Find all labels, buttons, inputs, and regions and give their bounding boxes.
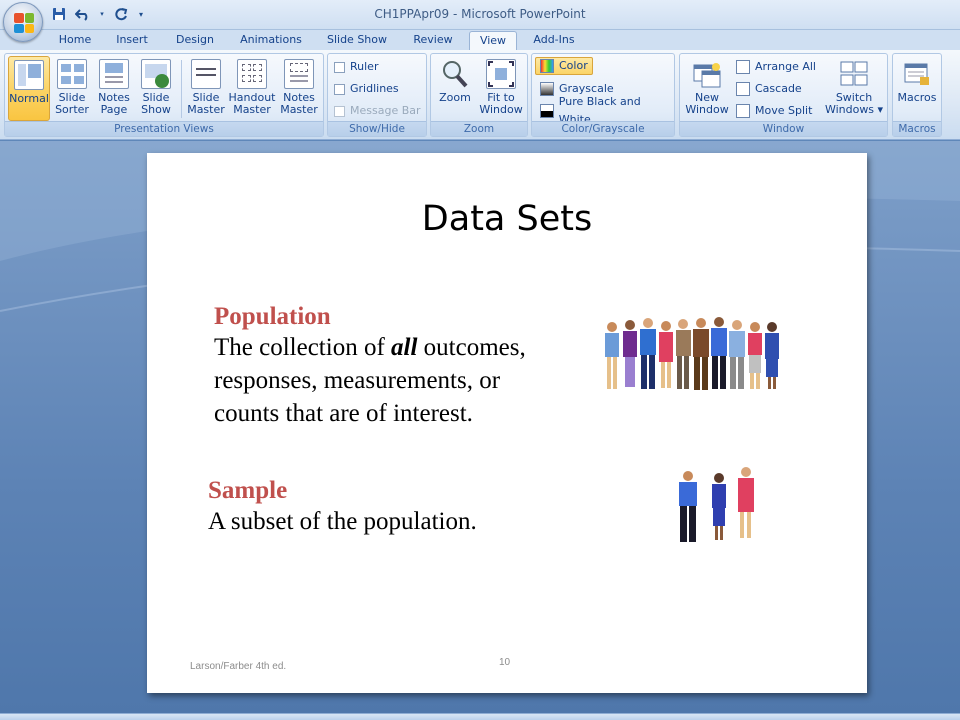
- group-show-hide: Ruler Gridlines Message Bar Show/Hide: [327, 53, 427, 137]
- sample-text: A subset of the population.: [208, 508, 477, 535]
- switch-windows-icon: [839, 59, 869, 89]
- slide-show-icon: [141, 59, 171, 89]
- magnifier-icon: [440, 59, 470, 89]
- ribbon-tabs: Home Insert Design Animations Slide Show…: [0, 30, 960, 51]
- tab-view[interactable]: View: [469, 31, 517, 51]
- window-title: CH1PPApr09 - Microsoft PowerPoint: [374, 7, 586, 21]
- message-bar-checkbox[interactable]: Message Bar: [334, 102, 421, 120]
- slide-master-button[interactable]: Slide Master: [185, 56, 227, 121]
- zoom-button[interactable]: Zoom: [435, 56, 475, 121]
- person-figure: [729, 320, 745, 389]
- tab-insert[interactable]: Insert: [108, 31, 156, 51]
- tab-add-ins[interactable]: Add-Ins: [526, 31, 582, 51]
- group-label: Presentation Views: [5, 121, 323, 136]
- group-presentation-views: Normal Slide Sorter Notes Page Slide Sho…: [4, 53, 324, 137]
- notes-master-button[interactable]: Notes Master: [277, 56, 321, 121]
- ribbon-divider: [181, 60, 182, 118]
- group-label: Window: [680, 121, 887, 136]
- group-label: Macros: [893, 121, 941, 136]
- move-split-button[interactable]: Move Split: [736, 102, 812, 120]
- notes-master-icon: [284, 59, 314, 89]
- macros-button[interactable]: Macros: [895, 56, 939, 121]
- sample-group-clipart[interactable]: [674, 466, 762, 544]
- black-white-swatch-icon: [540, 104, 554, 118]
- arrange-all-button[interactable]: Arrange All: [736, 58, 816, 76]
- population-block[interactable]: Population The collection of all outcome…: [214, 303, 526, 430]
- notes-page-icon: [99, 59, 129, 89]
- slide-sorter-button[interactable]: Slide Sorter: [52, 56, 92, 121]
- checkbox-icon: [334, 105, 345, 117]
- group-label: Color/Grayscale: [532, 121, 674, 136]
- cascade-icon: [736, 82, 750, 96]
- group-color-grayscale: Color Grayscale Pure Black and White Col…: [531, 53, 675, 137]
- population-line-2: responses, measurements, or: [214, 367, 501, 394]
- person-figure: [748, 322, 762, 389]
- notes-page-button[interactable]: Notes Page: [94, 56, 134, 121]
- population-heading: Population: [214, 303, 331, 330]
- population-line-1: The collection of all outcomes,: [214, 334, 526, 361]
- slide-master-icon: [191, 59, 221, 89]
- population-crowd-clipart[interactable]: [600, 317, 794, 395]
- group-zoom: Zoom Fit to Window Zoom: [430, 53, 528, 137]
- person-figure: [659, 321, 673, 388]
- status-bar: [0, 713, 960, 720]
- move-split-icon: [736, 104, 750, 118]
- fit-to-window-button[interactable]: Fit to Window: [477, 56, 525, 121]
- switch-windows-button[interactable]: Switch Windows ▾: [824, 56, 884, 121]
- slide-title[interactable]: Data Sets: [147, 199, 867, 239]
- person-figure: [623, 320, 637, 387]
- new-window-icon: [692, 59, 722, 89]
- person-figure: [738, 467, 754, 538]
- person-figure: [679, 471, 697, 542]
- office-logo-icon: [14, 13, 34, 33]
- population-line-3: counts that are of interest.: [214, 400, 473, 427]
- normal-view-icon: [14, 60, 44, 90]
- tab-design[interactable]: Design: [168, 31, 222, 51]
- slide-canvas[interactable]: Data Sets Population The collection of a…: [147, 153, 867, 693]
- sample-block[interactable]: Sample A subset of the population.: [208, 477, 477, 538]
- macros-icon: [902, 59, 932, 89]
- sample-heading: Sample: [208, 477, 288, 504]
- slide-sorter-icon: [57, 59, 87, 89]
- office-button[interactable]: [3, 2, 43, 42]
- arrange-all-icon: [736, 60, 750, 74]
- group-window: New Window Arrange All Cascade Move Spli…: [679, 53, 888, 137]
- person-figure: [640, 318, 656, 389]
- person-figure: [605, 322, 619, 389]
- gridlines-checkbox[interactable]: Gridlines: [334, 80, 399, 98]
- color-button[interactable]: Color: [535, 57, 593, 75]
- person-figure: [676, 319, 691, 389]
- checkbox-icon: [334, 61, 345, 73]
- group-label: Show/Hide: [328, 121, 426, 136]
- title-bar: ▾ ▾ CH1PPApr09 - Microsoft PowerPoint: [0, 0, 960, 42]
- person-figure: [765, 322, 779, 389]
- slide-show-button[interactable]: Slide Show: [136, 56, 176, 121]
- ribbon: Normal Slide Sorter Notes Page Slide Sho…: [0, 50, 960, 140]
- person-figure: [711, 317, 727, 389]
- group-macros: Macros Macros: [892, 53, 942, 137]
- checkbox-icon: [334, 83, 345, 95]
- color-swatch-icon: [540, 59, 554, 73]
- handout-master-button[interactable]: Handout Master: [228, 56, 276, 121]
- normal-view-button[interactable]: Normal: [8, 56, 50, 121]
- ruler-checkbox[interactable]: Ruler: [334, 58, 378, 76]
- tab-home[interactable]: Home: [52, 31, 98, 51]
- person-figure: [693, 318, 709, 390]
- group-label: Zoom: [431, 121, 527, 136]
- fit-to-window-icon: [486, 59, 516, 89]
- slide-footer: Larson/Farber 4th ed.: [190, 661, 287, 672]
- slide-number: 10: [499, 657, 511, 668]
- handout-master-icon: [237, 59, 267, 89]
- new-window-button[interactable]: New Window: [683, 56, 731, 121]
- pure-black-white-button[interactable]: Pure Black and White: [540, 95, 674, 126]
- grayscale-swatch-icon: [540, 82, 554, 96]
- tab-slide-show[interactable]: Slide Show: [320, 31, 394, 51]
- cascade-button[interactable]: Cascade: [736, 80, 802, 98]
- tab-review[interactable]: Review: [406, 31, 460, 51]
- person-figure: [712, 473, 726, 540]
- tab-animations[interactable]: Animations: [234, 31, 308, 51]
